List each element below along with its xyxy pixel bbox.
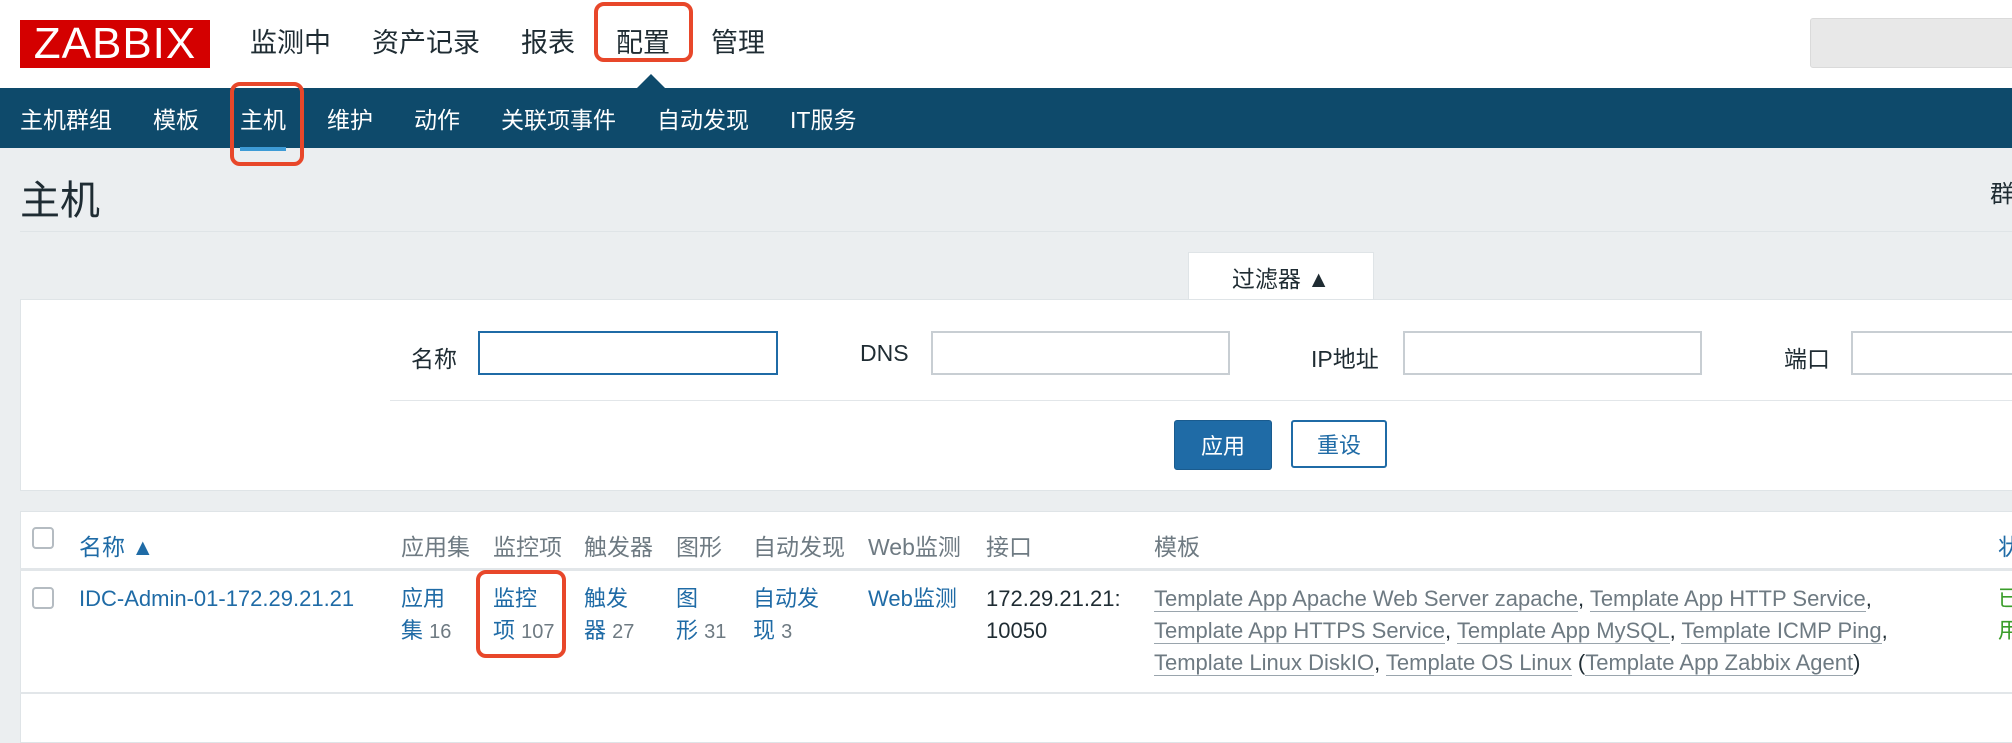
zabbix-logo[interactable]: ZABBIX [20, 19, 210, 68]
main-nav-inventory[interactable]: 资产记录 [372, 22, 501, 64]
apply-button[interactable]: 应用 [1174, 420, 1272, 470]
graphs-link-2[interactable]: 形 [676, 618, 698, 643]
host-name-link[interactable]: IDC-Admin-01-172.29.21.21 [79, 583, 354, 615]
items-cell: 监控 项 107 [493, 583, 555, 648]
filter-divider [390, 400, 2012, 401]
status-text: 已 [1998, 586, 2012, 611]
sub-nav-bar: 主机群组 模板 主机 维护 动作 关联项事件 自动发现 IT服务 [0, 88, 2012, 151]
template-link[interactable]: Template OS Linux [1385, 650, 1572, 676]
row-divider [20, 692, 2012, 694]
filter-name-label: 名称 [411, 346, 457, 372]
col-header-status[interactable]: 状 [1998, 528, 2012, 562]
templates-cell: Template App Apache Web Server zapache, … [1154, 586, 1888, 676]
top-header: ZABBIX 监测中 资产记录 报表 配置 管理 [0, 0, 2012, 88]
main-nav-reports[interactable]: 报表 [521, 22, 596, 64]
filter-tab[interactable]: 过滤器 ▲ [1188, 252, 1374, 301]
status-cell[interactable]: 已 用 [1998, 583, 2012, 647]
main-nav-configuration[interactable]: 配置 [616, 22, 691, 64]
items-link-2[interactable]: 项 [493, 618, 515, 643]
filter-dns-input[interactable] [931, 331, 1230, 375]
items-link[interactable]: 监控 [493, 586, 537, 611]
triggers-link[interactable]: 触发 [584, 586, 628, 611]
applications-count: 16 [429, 621, 452, 643]
filter-ip-input[interactable] [1403, 331, 1702, 375]
triggers-link-2[interactable]: 器 [584, 618, 606, 643]
template-link[interactable]: Template App MySQL [1456, 618, 1670, 644]
applications-link[interactable]: 应用 [401, 586, 445, 611]
main-nav-administration[interactable]: 管理 [711, 22, 786, 64]
sub-nav: 主机群组 模板 主机 维护 动作 关联项事件 自动发现 IT服务 [20, 88, 897, 151]
col-header-templates: 模板 [1154, 534, 1200, 560]
graphs-count: 31 [704, 621, 727, 643]
reset-button[interactable]: 重设 [1291, 420, 1387, 468]
col-header-interface: 接口 [986, 534, 1032, 560]
col-header-triggers: 触发器 [584, 534, 653, 560]
template-link[interactable]: Template App Zabbix Agent [1585, 650, 1854, 676]
sub-nav-hosts[interactable]: 主机 [240, 101, 286, 151]
graphs-link[interactable]: 图 [676, 586, 698, 611]
template-link[interactable]: Template App HTTP Service [1589, 586, 1866, 612]
triggers-count: 27 [612, 621, 635, 643]
sub-nav-actions[interactable]: 动作 [414, 101, 460, 135]
sub-nav-event-correlation[interactable]: 关联项事件 [501, 101, 616, 135]
page-title: 主机 [20, 179, 100, 223]
col-header-web: Web监测 [868, 534, 961, 560]
items-count: 107 [521, 621, 555, 643]
discovery-link-2[interactable]: 现 [753, 618, 775, 643]
main-nav: 监测中 资产记录 报表 配置 管理 [250, 22, 806, 64]
filter-name-input[interactable] [478, 331, 778, 375]
header-divider [20, 568, 2012, 571]
main-nav-monitoring[interactable]: 监测中 [250, 22, 352, 64]
title-divider [20, 231, 2012, 232]
template-link[interactable]: Template App HTTPS Service [1154, 618, 1446, 644]
interface-ip: 172.29.21.21: [986, 586, 1121, 611]
discovery-link[interactable]: 自动发 [753, 586, 819, 611]
filter-port-input[interactable] [1851, 331, 2012, 375]
web-scenarios-link[interactable]: Web监测 [868, 583, 957, 615]
interface-port: 10050 [986, 618, 1048, 643]
sub-nav-templates[interactable]: 模板 [153, 101, 199, 135]
template-link[interactable]: Template ICMP Ping [1681, 618, 1882, 644]
applications-cell: 应用 集 16 [401, 583, 451, 648]
group-selector-label: 群 [1990, 181, 2012, 208]
filter-dns-label: DNS [860, 340, 909, 366]
col-header-name[interactable]: 名称 ▲ [79, 528, 154, 562]
col-header-applications: 应用集 [401, 534, 470, 560]
col-header-graphs: 图形 [676, 534, 722, 560]
sub-nav-it-services[interactable]: IT服务 [790, 101, 856, 135]
select-all-checkbox[interactable] [32, 527, 54, 549]
graphs-cell: 图 形 31 [676, 583, 726, 648]
row-checkbox[interactable] [32, 587, 54, 609]
filter-ip-label: IP地址 [1311, 346, 1379, 372]
status-text-2: 用 [1998, 618, 2012, 643]
filter-panel [20, 299, 2012, 491]
sub-nav-host-groups[interactable]: 主机群组 [20, 101, 112, 135]
col-header-discovery: 自动发现 [753, 534, 845, 560]
template-link[interactable]: Template App Apache Web Server zapache [1154, 586, 1578, 612]
col-header-items: 监控项 [493, 534, 562, 560]
global-search-input[interactable] [1810, 18, 2012, 68]
sub-nav-maintenance[interactable]: 维护 [327, 101, 373, 135]
active-menu-caret [636, 74, 666, 89]
filter-port-label: 端口 [1784, 346, 1830, 372]
template-link[interactable]: Template Linux DiskIO [1154, 650, 1375, 676]
applications-link-2[interactable]: 集 [401, 618, 423, 643]
interface-cell: 172.29.21.21: 10050 [986, 583, 1121, 647]
triggers-cell: 触发 器 27 [584, 583, 634, 648]
discovery-count: 3 [781, 621, 793, 643]
discovery-cell: 自动发 现 3 [753, 583, 819, 648]
sub-nav-discovery[interactable]: 自动发现 [657, 101, 749, 135]
